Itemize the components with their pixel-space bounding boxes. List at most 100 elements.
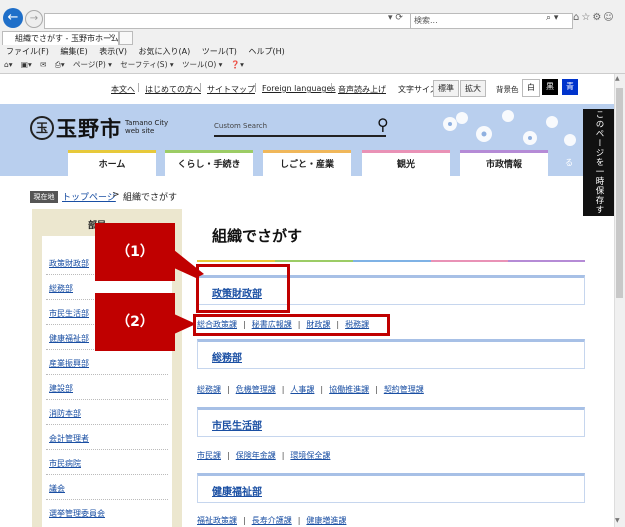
search-icon[interactable]: ⚲ xyxy=(377,115,389,134)
search-icon[interactable]: ⌕ ▾ xyxy=(546,13,558,23)
section-link[interactable]: 総務課 xyxy=(197,385,221,394)
annotation-arrow-2-icon xyxy=(174,314,196,334)
link-read-aloud[interactable]: 音声読み上げ xyxy=(338,84,386,95)
mail-icon[interactable]: ✉ xyxy=(40,60,46,69)
gnav-home[interactable]: ホーム xyxy=(68,150,156,176)
divider: | xyxy=(330,83,334,93)
menu-file[interactable]: ファイル(F) xyxy=(6,47,49,56)
home-star-gear-icons[interactable]: ⌂☆⚙☺ xyxy=(573,12,616,23)
divider: | xyxy=(281,451,285,460)
color-bar xyxy=(508,260,585,262)
fontsize-standard-button[interactable]: 標準 xyxy=(433,80,459,97)
link-sitemap[interactable]: サイトマップ xyxy=(207,84,255,95)
menu-favorites[interactable]: お気に入り(A) xyxy=(139,47,191,56)
divider: | xyxy=(227,451,230,460)
sidebar-item-health-welfare[interactable]: 健康福祉部 xyxy=(49,333,89,344)
scrollbar-thumb[interactable] xyxy=(616,88,623,298)
divider xyxy=(46,449,168,450)
save-page-tab[interactable]: このページを一時保存する xyxy=(563,109,614,216)
menu-bar: ファイル(F) 編集(E) 表示(V) お気に入り(A) ツール(T) ヘルプ(… xyxy=(6,46,294,57)
feed-icon[interactable]: ▣▾ xyxy=(21,60,32,69)
sidebar-item-fire-dept[interactable]: 消防本部 xyxy=(49,408,81,419)
menu-help[interactable]: ヘルプ(H) xyxy=(248,47,284,56)
link-skip-to-content[interactable]: 本文へ xyxy=(111,84,135,95)
page-title: 組織でさがす xyxy=(212,227,303,245)
breadcrumb-top-link[interactable]: トップページ xyxy=(62,190,116,203)
section-link[interactable]: 契約管理課 xyxy=(384,385,424,394)
back-arrow-icon[interactable]: ← xyxy=(3,8,23,28)
sidebar-item-election[interactable]: 選挙管理委員会 xyxy=(49,508,105,519)
gnav-living[interactable]: くらし・手続き xyxy=(165,150,253,176)
gnav-tourism[interactable]: 観光 xyxy=(362,150,450,176)
refresh-icon[interactable]: ▾ ⟳ xyxy=(388,13,403,23)
section-link[interactable]: 保険年金課 xyxy=(236,451,276,460)
section-link[interactable]: 協働推進課 xyxy=(329,385,369,394)
gnav-work[interactable]: しごと・産業 xyxy=(263,150,351,176)
logo-en-line1: Tamano City xyxy=(125,119,169,127)
close-icon[interactable]: ✕ xyxy=(108,32,115,41)
annotation-box-2 xyxy=(193,314,390,336)
gnav-city-info[interactable]: 市政情報 xyxy=(460,150,548,176)
divider: | xyxy=(375,385,378,394)
section-link[interactable]: 危機管理課 xyxy=(236,385,276,394)
menu-edit[interactable]: 編集(E) xyxy=(60,47,87,56)
section-link[interactable]: 人事課 xyxy=(290,385,314,394)
sidebar-item-construction[interactable]: 建設部 xyxy=(49,383,73,394)
bgcolor-label: 背景色 xyxy=(496,85,519,94)
new-tab-button[interactable] xyxy=(119,31,133,45)
sidebar-item-accounting[interactable]: 会計管理者 xyxy=(49,433,89,444)
divider: | xyxy=(281,385,285,394)
fontsize-large-button[interactable]: 拡大 xyxy=(460,80,486,97)
divider xyxy=(46,499,168,500)
sidebar-item-citizen-life[interactable]: 市民生活部 xyxy=(49,308,89,319)
scroll-down-icon[interactable]: ▼ xyxy=(615,517,620,524)
section-link[interactable]: 長寿介護課 xyxy=(252,516,292,525)
department-link-health-welfare[interactable]: 健康福祉部 xyxy=(212,483,262,498)
sidebar-item-assembly[interactable]: 議会 xyxy=(49,483,65,494)
site-search-input[interactable]: Custom Search xyxy=(214,118,386,137)
address-bar[interactable] xyxy=(44,13,411,29)
menu-view[interactable]: 表示(V) xyxy=(99,47,127,56)
sidebar-item-policy-finance[interactable]: 政策財政部 xyxy=(49,258,89,269)
browser-tab[interactable]: 組織でさがす - 玉野市ホームペ... xyxy=(2,31,119,45)
divider: | xyxy=(297,516,301,525)
section-link[interactable]: 市民課 xyxy=(197,451,221,460)
color-bar xyxy=(275,260,353,262)
section-list: 市民課 | 保険年金課 | 環境保全課 xyxy=(197,450,330,461)
print-icon[interactable]: ⎙▾ xyxy=(55,60,65,69)
divider xyxy=(46,399,168,400)
department-link-citizen-life[interactable]: 市民生活部 xyxy=(212,417,262,432)
department-link-general-affairs[interactable]: 総務部 xyxy=(212,349,242,364)
link-foreign-languages[interactable]: Foreign languages xyxy=(262,84,336,93)
bgcolor-white-button[interactable]: 白 xyxy=(522,79,540,97)
cmd-safety[interactable]: セーフティ(S) ▾ xyxy=(120,60,173,69)
divider: | xyxy=(199,83,203,93)
help-icon[interactable]: ❓▾ xyxy=(231,60,244,69)
divider xyxy=(46,474,168,475)
scroll-up-icon[interactable]: ▲ xyxy=(615,75,620,82)
breadcrumb-here: 組織でさがす xyxy=(123,193,178,203)
sidebar-item-hospital[interactable]: 市民病院 xyxy=(49,458,81,469)
cmd-tools[interactable]: ツール(O) ▾ xyxy=(182,60,222,69)
bgcolor-black-button[interactable]: 黒 xyxy=(542,79,558,95)
annotation-label-2: （2） xyxy=(95,293,175,351)
divider: | xyxy=(227,385,230,394)
link-beginners[interactable]: はじめての方へ xyxy=(145,84,201,95)
forward-arrow-icon[interactable]: → xyxy=(25,10,43,28)
home-icon[interactable]: ⌂▾ xyxy=(4,60,13,69)
sidebar-item-general-affairs[interactable]: 総務部 xyxy=(49,283,73,294)
sidebar-item-industry[interactable]: 産業振興部 xyxy=(49,358,89,369)
site-logo[interactable]: 玉野市 xyxy=(56,113,122,143)
command-bar: ⌂▾ ▣▾ ✉ ⎙▾ ページ(P) ▾ セーフティ(S) ▾ ツール(O) ▾ … xyxy=(4,59,250,70)
section-link[interactable]: 福祉政策課 xyxy=(197,516,237,525)
divider: | xyxy=(320,385,324,394)
logo-en-line2: web site xyxy=(125,127,155,135)
menu-tools[interactable]: ツール(T) xyxy=(202,47,237,56)
cmd-page[interactable]: ページ(P) ▾ xyxy=(73,60,112,69)
department-box xyxy=(197,339,585,369)
section-link[interactable]: 健康増進課 xyxy=(306,516,346,525)
section-link[interactable]: 環境保全課 xyxy=(290,451,330,460)
annotation-box-1 xyxy=(196,264,290,313)
divider: | xyxy=(254,83,258,93)
bgcolor-blue-button[interactable]: 青 xyxy=(562,79,578,95)
